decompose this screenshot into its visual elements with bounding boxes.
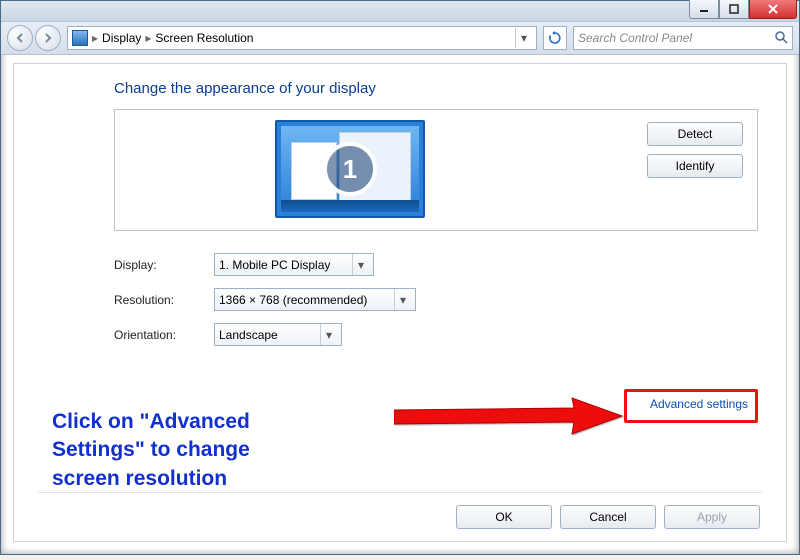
refresh-button[interactable] <box>543 26 567 50</box>
apply-button: Apply <box>664 505 760 529</box>
identify-button[interactable]: Identify <box>647 154 743 178</box>
breadcrumb-item[interactable]: Display <box>102 31 141 45</box>
chevron-down-icon[interactable]: ▾ <box>515 28 532 48</box>
titlebar <box>1 1 799 22</box>
settings-form: Display: 1. Mobile PC Display ▾ Resoluti… <box>114 253 758 346</box>
minimize-button[interactable] <box>689 0 719 19</box>
orientation-label: Orientation: <box>114 328 214 342</box>
nav-arrows <box>7 25 61 51</box>
display-preview-box: 1 Detect Identify <box>114 109 758 231</box>
footer-buttons: OK Cancel Apply <box>456 505 760 529</box>
navbar: ▸ Display ▸ Screen Resolution ▾ Search C… <box>1 22 799 55</box>
forward-button[interactable] <box>35 25 61 51</box>
detect-button[interactable]: Detect <box>647 122 743 146</box>
chevron-down-icon: ▾ <box>320 324 337 345</box>
monitor-thumbnail[interactable]: 1 <box>275 120 425 218</box>
control-panel-icon <box>72 30 88 46</box>
display-value: 1. Mobile PC Display <box>219 258 330 272</box>
advanced-settings-link[interactable]: Advanced settings <box>650 397 748 411</box>
back-button[interactable] <box>7 25 33 51</box>
orientation-value: Landscape <box>219 328 278 342</box>
preview-side-buttons: Detect Identify <box>647 122 743 178</box>
maximize-button[interactable] <box>719 0 749 19</box>
search-placeholder: Search Control Panel <box>578 31 692 45</box>
chevron-down-icon: ▾ <box>394 289 411 310</box>
display-label: Display: <box>114 258 214 272</box>
chevron-right-icon: ▸ <box>90 31 100 45</box>
resolution-select[interactable]: 1366 × 768 (recommended) ▾ <box>214 288 416 311</box>
resolution-value: 1366 × 768 (recommended) <box>219 293 367 307</box>
window-frame: ▸ Display ▸ Screen Resolution ▾ Search C… <box>0 0 800 555</box>
chevron-right-icon: ▸ <box>143 31 153 45</box>
breadcrumb-item[interactable]: Screen Resolution <box>155 31 253 45</box>
search-icon <box>774 30 788 47</box>
window-controls <box>689 0 797 19</box>
monitor-number-badge: 1 <box>323 142 377 196</box>
search-input[interactable]: Search Control Panel <box>573 26 793 50</box>
taskbar-icon <box>281 200 419 212</box>
content: Change the appearance of your display 1 … <box>14 64 786 346</box>
ok-button[interactable]: OK <box>456 505 552 529</box>
page-title: Change the appearance of your display <box>114 80 758 97</box>
annotation-text: Click on "Advanced Settings" to change s… <box>52 408 250 493</box>
client-area: Change the appearance of your display 1 … <box>13 63 787 542</box>
resolution-label: Resolution: <box>114 293 214 307</box>
display-select[interactable]: 1. Mobile PC Display ▾ <box>214 253 374 276</box>
chevron-down-icon: ▾ <box>352 254 369 275</box>
breadcrumb[interactable]: ▸ Display ▸ Screen Resolution ▾ <box>67 26 537 50</box>
annotation-arrow-icon <box>394 396 624 436</box>
orientation-select[interactable]: Landscape ▾ <box>214 323 342 346</box>
cancel-button[interactable]: Cancel <box>560 505 656 529</box>
close-button[interactable] <box>749 0 797 19</box>
